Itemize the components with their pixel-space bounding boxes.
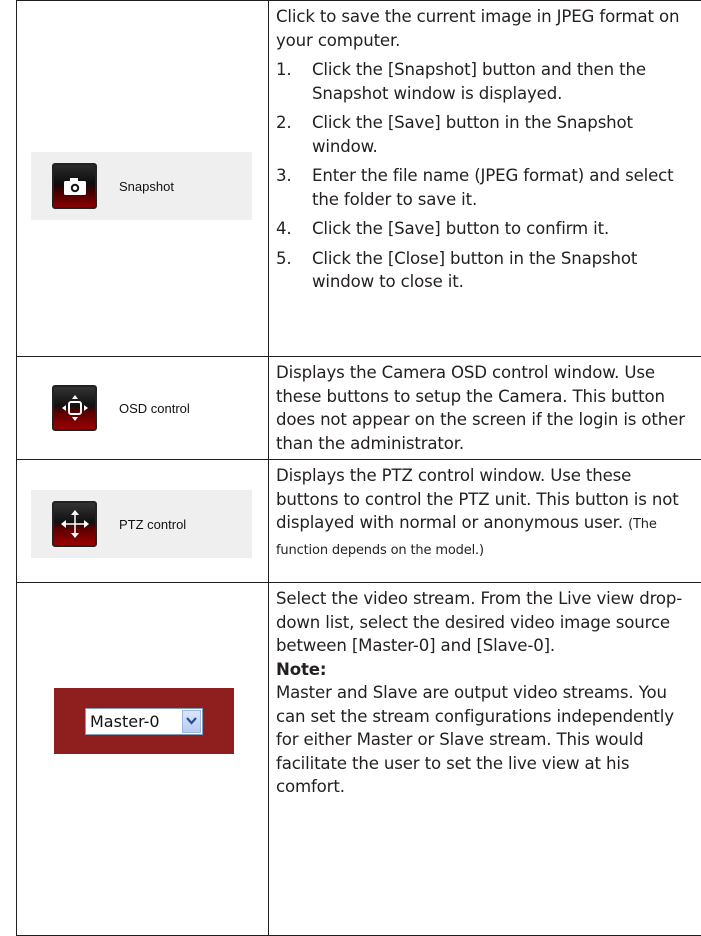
snapshot-intro: Click to save the current image in JPEG …: [276, 5, 695, 52]
snapshot-icon-cell: Snapshot: [17, 1, 269, 357]
list-item: 2.Click the [Save] button in the Snapsho…: [276, 111, 695, 158]
table-row-ptz: PTZ control Displays the PTZ control win…: [17, 460, 701, 583]
list-item: 5.Click the [Close] button in the Snapsh…: [276, 247, 695, 294]
osd-control-button[interactable]: OSD control: [31, 374, 252, 442]
camera-icon: [52, 163, 97, 209]
live-view-select[interactable]: Master-0: [85, 708, 203, 735]
ptz-description: Displays the PTZ control window. Use the…: [276, 464, 695, 562]
list-item: 1.Click the [Snapshot] button and then t…: [276, 58, 695, 105]
ptz-arrows-icon: [52, 501, 97, 547]
snapshot-button-label: Snapshot: [119, 179, 174, 194]
list-item: 4.Click the [Save] button to confirm it.: [276, 217, 695, 241]
ptz-control-button[interactable]: PTZ control: [31, 490, 252, 558]
osd-description-cell: Displays the Camera OSD control window. …: [269, 357, 701, 460]
stream-description-cell: Select the video stream. From the Live v…: [269, 583, 701, 936]
chevron-down-icon[interactable]: [182, 710, 201, 733]
stream-description: Select the video stream. From the Live v…: [276, 587, 695, 658]
feature-table: Snapshot Click to save the current image…: [16, 0, 701, 936]
snapshot-button[interactable]: Snapshot: [31, 152, 252, 220]
table-row-stream: Master-0 Select the video stream. From t…: [17, 583, 701, 936]
table-row-osd: OSD control Displays the Camera OSD cont…: [17, 357, 701, 460]
ptz-control-label: PTZ control: [119, 517, 186, 532]
note-text: Master and Slave are output video stream…: [276, 681, 695, 799]
ptz-description-cell: Displays the PTZ control window. Use the…: [269, 460, 701, 583]
snapshot-steps-list: 1.Click the [Snapshot] button and then t…: [276, 58, 695, 294]
ptz-icon-cell: PTZ control: [17, 460, 269, 583]
snapshot-description-cell: Click to save the current image in JPEG …: [269, 1, 701, 357]
table-row-snapshot: Snapshot Click to save the current image…: [17, 1, 701, 357]
osd-icon-cell: OSD control: [17, 357, 269, 460]
live-view-select-value: Master-0: [90, 712, 160, 731]
osd-control-icon: [52, 385, 97, 431]
stream-icon-cell: Master-0: [17, 583, 269, 936]
note-heading: Note:: [276, 658, 695, 682]
stream-select-panel: Master-0: [54, 688, 234, 754]
osd-description: Displays the Camera OSD control window. …: [276, 361, 695, 455]
list-item: 3.Enter the file name (JPEG format) and …: [276, 164, 695, 211]
osd-control-label: OSD control: [119, 401, 190, 416]
